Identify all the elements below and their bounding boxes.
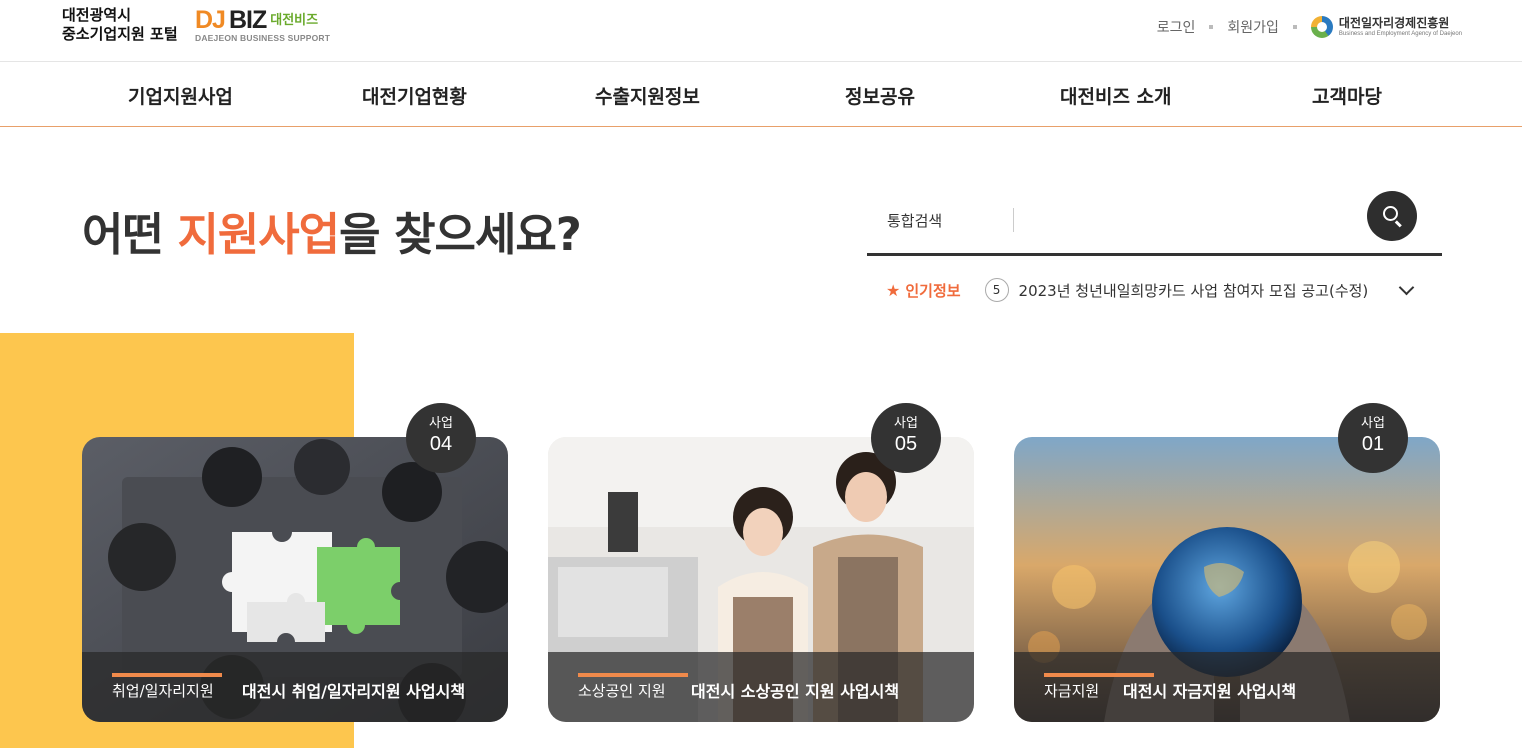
program-card-funding[interactable]: 자금지원 대전시 자금지원 사업시책	[1014, 437, 1440, 722]
card-caption: 소상공인 지원 대전시 소상공인 지원 사업시책	[548, 652, 974, 722]
caption-accent-bar	[112, 673, 222, 677]
card-title: 대전시 취업/일자리지원 사업시책	[242, 682, 466, 701]
agency-link[interactable]: 대전일자리경제진흥원 Business and Employment Agenc…	[1310, 16, 1462, 38]
hero-title-pre: 어떤	[82, 208, 178, 261]
card-badge: 사업 01	[1338, 403, 1408, 473]
agency-name-en: Business and Employment Agency of Daejeo…	[1338, 31, 1462, 37]
logo-biz: BIZ	[228, 6, 267, 34]
hero-title-post: 을 찾으세요?	[339, 208, 582, 261]
program-card-employment[interactable]: 취업/일자리지원 대전시 취업/일자리지원 사업시책	[82, 437, 508, 722]
card-caption: 자금지원 대전시 자금지원 사업시책	[1014, 652, 1440, 722]
star-icon: ★	[886, 280, 901, 300]
card-category: 소상공인 지원	[578, 682, 666, 700]
card-badge: 사업 04	[406, 403, 476, 473]
nav-item-about[interactable]: 대전비즈 소개	[1060, 82, 1172, 109]
utility-menu: 로그인 회원가입 대전일자리경제진흥원 Business and Employm…	[1157, 16, 1462, 38]
card-title: 대전시 소상공인 지원 사업시책	[691, 682, 900, 701]
card-category: 자금지원	[1044, 682, 1100, 700]
caption-accent-bar	[578, 673, 688, 677]
search-icon	[1383, 206, 1398, 221]
nav-item-info-share[interactable]: 정보공유	[845, 82, 915, 109]
card-caption: 취업/일자리지원 대전시 취업/일자리지원 사업시책	[82, 652, 508, 722]
divider	[1292, 25, 1297, 29]
badge-number: 05	[894, 433, 918, 455]
badge-label: 사업	[1361, 416, 1385, 431]
main-nav: 기업지원사업 대전기업현황 수출지원정보 정보공유 대전비즈 소개 고객마당	[0, 62, 1522, 127]
logo-subtitle: DAEJEON BUSINESS SUPPORT	[195, 33, 331, 43]
hero-title: 어떤 지원사업을 찾으세요?	[82, 198, 582, 263]
agency-name: 대전일자리경제진흥원	[1338, 16, 1450, 30]
badge-label: 사업	[894, 416, 918, 431]
popular-info: ★ 인기정보 5 2023년 청년내일희망카드 사업 참여자 모집 공고(수정)	[886, 276, 1426, 304]
chevron-down-icon[interactable]	[1397, 280, 1417, 300]
org-name-line1: 대전광역시	[62, 6, 132, 24]
signup-link[interactable]: 회원가입	[1227, 17, 1279, 37]
login-link[interactable]: 로그인	[1157, 17, 1196, 37]
nav-item-business-support[interactable]: 기업지원사업	[128, 82, 233, 109]
djbiz-logo[interactable]: DJ BIZ 대전비즈 DAEJEON BUSINESS SUPPORT	[195, 6, 330, 43]
integrated-search: 통합검색	[867, 190, 1442, 256]
org-name-line2: 중소기업지원 포털	[62, 25, 178, 43]
top-bar: 대전광역시 중소기업지원 포털 DJ BIZ 대전비즈 DAEJEON BUSINE…	[0, 0, 1522, 62]
popular-rank: 5	[984, 278, 1009, 302]
agency-logo-icon	[1310, 16, 1333, 38]
search-button[interactable]	[1367, 191, 1417, 241]
card-title: 대전시 자금지원 사업시책	[1123, 682, 1297, 701]
badge-number: 04	[429, 433, 453, 455]
program-card-small-business[interactable]: 소상공인 지원 대전시 소상공인 지원 사업시책	[548, 437, 974, 722]
card-badge: 사업 05	[871, 403, 941, 473]
popular-item-link[interactable]: 2023년 청년내일희망카드 사업 참여자 모집 공고(수정)	[1019, 280, 1379, 301]
nav-item-company-status[interactable]: 대전기업현황	[362, 82, 467, 109]
divider	[1209, 25, 1214, 29]
logo-kr: 대전비즈	[270, 13, 319, 28]
org-name[interactable]: 대전광역시 중소기업지원 포털	[62, 6, 178, 44]
logo-dj: DJ	[195, 6, 226, 34]
popular-label: 인기정보	[905, 281, 961, 300]
caption-accent-bar	[1044, 673, 1154, 677]
badge-label: 사업	[429, 416, 453, 431]
card-category: 취업/일자리지원	[112, 682, 214, 700]
nav-item-export-support[interactable]: 수출지원정보	[595, 82, 700, 109]
search-input[interactable]	[1013, 208, 1353, 232]
page: 대전광역시 중소기업지원 포털 DJ BIZ 대전비즈 DAEJEON BUSINE…	[0, 0, 1522, 748]
badge-number: 01	[1361, 433, 1385, 455]
search-label: 통합검색	[887, 212, 943, 230]
hero-title-accent: 지원사업	[177, 208, 340, 261]
nav-item-customer[interactable]: 고객마당	[1312, 82, 1382, 109]
